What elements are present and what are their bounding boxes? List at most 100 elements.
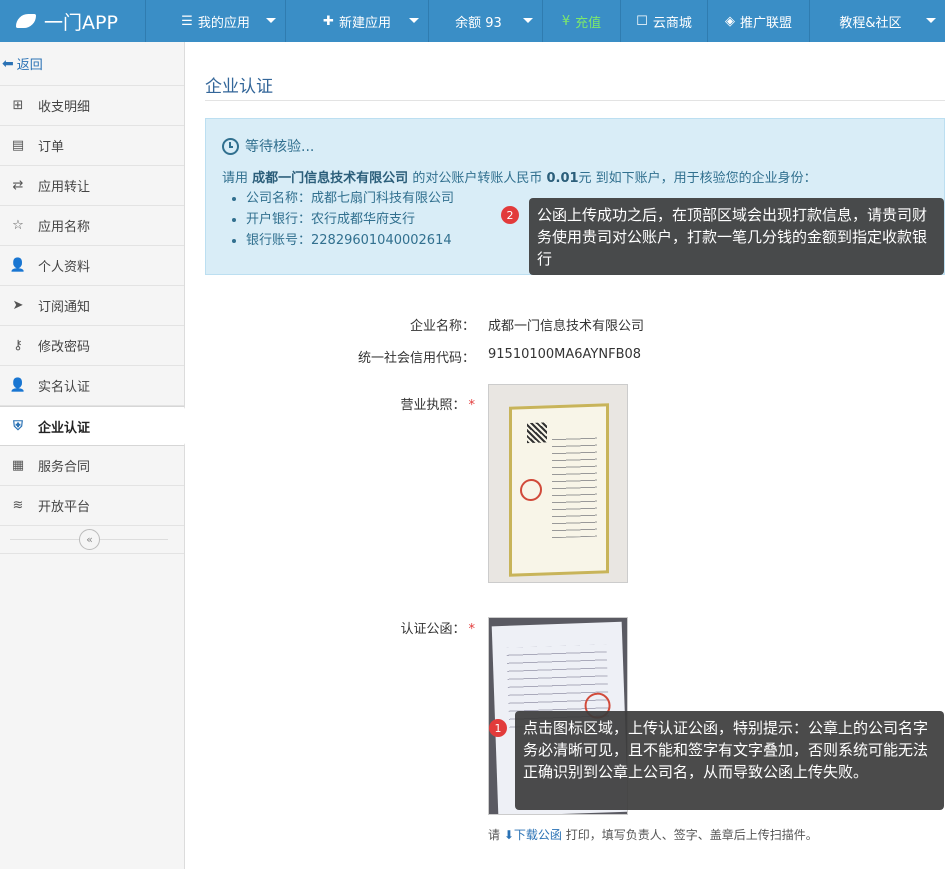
send-icon: ➤ [12,298,24,313]
nav-new-app-label: 新建应用 [338,15,391,31]
msg-pre: 请用 [222,171,249,186]
seal [520,478,542,502]
list-item: 公司名称：成都七扇门科技有限公司 [246,188,454,209]
caret-down-icon [409,18,419,23]
business-license-image[interactable] [488,384,628,583]
sidebar-item-enterprise[interactable]: ⛨ 企业认证 [0,406,194,446]
leaf-icon [16,14,36,28]
sidebar-item-label: 应用名称 [38,220,91,235]
caret-down-icon [926,18,936,23]
nav-new-app[interactable]: ✚ 新建应用 [286,0,429,42]
income-icon: ⊞ [12,98,24,113]
sidebar-item-profile[interactable]: 👤 个人资料 [0,246,184,286]
nav-my-apps-label: 我的应用 [197,15,250,31]
hamburger-icon: ☰ [181,13,193,29]
clock-icon [222,137,239,155]
collapse-sidebar-button[interactable]: « [79,529,100,550]
sidebar-item-label: 实名认证 [38,380,91,395]
sidebar-item-income[interactable]: ⊞ 收支明细 [0,86,184,126]
msg-amount: 0.01 [546,171,579,186]
download-hint: 请 ⬇下载公函 打印，填写负责人、签字、盖章后上传扫描件。 [488,826,818,843]
sidebar-item-subscriptions[interactable]: ➤ 订阅通知 [0,286,184,326]
status-line: 等待核验... [222,136,314,156]
user-check-icon: 👤 [9,378,27,393]
qr-code [527,422,547,444]
back-arrow-icon: ⬅ [2,55,14,72]
sidebar-item-label: 修改密码 [38,340,91,355]
letter-label: 认证公函： * [205,618,475,637]
sidebar-item-label: 应用转让 [38,180,91,195]
transfer-instruction: 请用 成都一门信息技术有限公司 的对公账户转账人民币 0.01元 到如下账户，用… [222,167,817,186]
company-name-label: 企业名称： [409,319,475,334]
list-item: 银行账号：22829601040002614 [246,230,454,251]
top-navbar: 一门APP ☰ 我的应用 ✚ 新建应用 余额 93 ¥ 充值 ☐ 云商城 ◈ 推… [0,0,945,42]
sidebar-item-realname[interactable]: 👤 实名认证 [0,366,184,406]
page-title: 企业认证 [205,77,273,97]
required-mark: * [468,398,476,413]
sidebar-item-contract[interactable]: ▦ 服务合同 [0,446,184,486]
nav-affiliate-label: 推广联盟 [739,15,792,31]
nav-recharge-label: 充值 [575,15,602,31]
license-text-lines [552,436,597,539]
user-icon: 👤 [9,258,27,273]
guide-tooltip: 点击图标区域，上传认证公函，特别提示：公章上的公司名字务必清晰可见，且不能和签字… [515,711,944,810]
nav-tutorial-community[interactable]: 教程&社区 [810,0,945,42]
brand-name: 一门APP [44,11,118,34]
sidebar-item-label: 订单 [38,140,65,155]
account-list: 公司名称：成都七扇门科技有限公司 开户银行：农行成都华府支行 银行账号：2282… [246,188,454,251]
guide-tooltip: 公函上传成功之后，在顶部区域会出现打款信息，请贵司财务使用贵司对公账户，打款一笔… [529,198,944,275]
credit-code-value: 91510100MA6AYNFB08 [488,347,642,362]
order-icon: ▤ [11,138,25,153]
plus-icon: ✚ [323,13,334,29]
sidebar-item-app-name[interactable]: ☆ 应用名称 [0,206,184,246]
diamond-icon: ◈ [724,13,735,29]
license-document [509,403,609,577]
status-text: 等待核验... [245,139,315,155]
download-icon: ⬇ [503,828,514,842]
back-link[interactable]: ⬅ 返回 [0,42,184,86]
caret-down-icon [523,18,533,23]
sidebar-item-app-transfer[interactable]: ⇄ 应用转让 [0,166,184,206]
sidebar: ⬅ 返回 ⊞ 收支明细 ▤ 订单 ⇄ 应用转让 ☆ 应用名称 👤 个人资料 ➤ … [0,42,194,869]
transfer-icon: ⇄ [12,178,24,193]
sidebar-collapse-row: « [0,526,184,554]
layers-icon: ≋ [12,498,24,513]
nav-cloud-shop[interactable]: ☐ 云商城 [621,0,708,42]
sidebar-item-label: 收支明细 [38,100,91,115]
credit-code-label: 统一社会信用代码： [357,351,475,366]
nav-tutorial-label: 教程&社区 [839,15,902,31]
sidebar-item-label: 个人资料 [38,260,91,275]
license-label-text: 营业执照： [400,398,466,413]
shield-icon: ⛨ [13,418,23,434]
msg-company: 成都一门信息技术有限公司 [252,171,409,186]
nav-cloud-shop-label: 云商城 [652,15,692,31]
yen-icon: ¥ [561,13,571,29]
letter-label-text: 认证公函： [400,622,466,637]
company-name-value: 成都一门信息技术有限公司 [488,319,645,334]
back-label: 返回 [16,58,43,73]
sidebar-item-label: 订阅通知 [38,300,91,315]
brand-logo[interactable]: 一门APP [0,0,146,42]
sidebar-item-orders[interactable]: ▤ 订单 [0,126,184,166]
shop-icon: ☐ [636,13,648,29]
nav-my-apps[interactable]: ☰ 我的应用 [146,0,286,42]
nav-balance[interactable]: 余额 93 [429,0,543,42]
msg-mid: 的对公账户转账人民币 [412,171,543,186]
hint-post: 打印，填写负责人、签字、盖章后上传扫描件。 [565,828,818,842]
contract-icon: ▦ [11,458,25,473]
caret-down-icon [266,18,276,23]
sidebar-item-password[interactable]: ⚷ 修改密码 [0,326,184,366]
license-label: 营业执照： * [205,394,475,413]
sidebar-item-open-platform[interactable]: ≋ 开放平台 [0,486,184,526]
download-letter-link[interactable]: ⬇下载公函 [504,828,562,842]
list-item: 开户银行：农行成都华府支行 [246,209,454,230]
divider [205,100,945,101]
key-icon: ⚷ [13,338,23,353]
required-mark: * [468,622,476,637]
sidebar-item-label: 开放平台 [38,500,91,515]
sidebar-item-label: 服务合同 [38,460,91,475]
nav-recharge[interactable]: ¥ 充值 [543,0,621,42]
tooltip-number-badge: 2 [501,206,519,224]
nav-affiliate[interactable]: ◈ 推广联盟 [708,0,810,42]
download-link-label: 下载公函 [513,828,562,842]
